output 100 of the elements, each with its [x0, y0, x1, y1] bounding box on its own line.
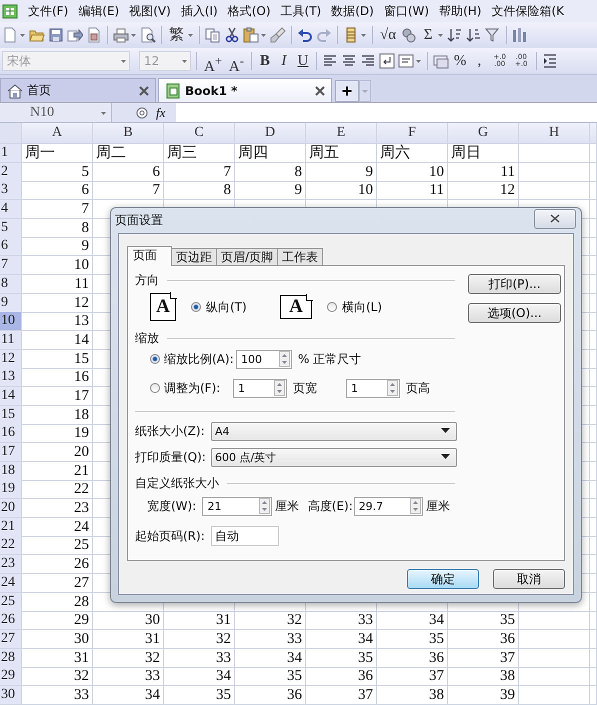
- dropdown[interactable]: A4: [211, 422, 457, 440]
- spin-arrows-icon[interactable]: [387, 380, 398, 396]
- radio-button[interactable]: [150, 383, 160, 393]
- menu-item[interactable]: 视图(V): [129, 2, 171, 20]
- radio-button[interactable]: [150, 354, 160, 364]
- tab[interactable]: 页眉/页脚: [216, 248, 278, 265]
- indent-icon[interactable]: [542, 53, 558, 69]
- row-header[interactable]: 6: [0, 237, 22, 256]
- column-header[interactable]: G: [448, 123, 519, 144]
- tab[interactable]: 工作表: [277, 248, 324, 265]
- column-header[interactable]: D: [235, 123, 306, 144]
- row-header[interactable]: 2: [0, 162, 22, 182]
- tab[interactable]: 页面: [127, 246, 172, 266]
- filter-icon[interactable]: [485, 27, 502, 43]
- row-header[interactable]: 27: [0, 630, 22, 649]
- row-header[interactable]: 16: [0, 424, 22, 444]
- row-header[interactable]: 13: [0, 368, 22, 388]
- spin-field[interactable]: 29.7: [354, 496, 424, 516]
- dialog-button[interactable]: 取消: [493, 569, 565, 589]
- close-icon[interactable]: [315, 86, 325, 96]
- toolbar-button[interactable]: Σ: [420, 25, 436, 45]
- spin-arrows-icon[interactable]: [258, 498, 270, 514]
- radio-button[interactable]: [191, 302, 201, 312]
- row-header[interactable]: 22: [0, 536, 22, 556]
- zoom-icon[interactable]: [136, 106, 148, 118]
- toolbar-button[interactable]: I: [276, 51, 292, 71]
- row-header[interactable]: 9: [0, 294, 22, 312]
- row-header[interactable]: 5: [0, 218, 22, 238]
- row-header[interactable]: 19: [0, 480, 22, 500]
- row-header[interactable]: 11: [0, 330, 22, 350]
- row-header[interactable]: 3: [0, 181, 22, 200]
- close-button[interactable]: [534, 208, 576, 228]
- print-icon[interactable]: [113, 27, 129, 43]
- row-header[interactable]: 12: [0, 350, 22, 369]
- column-header[interactable]: A: [22, 123, 93, 144]
- paste-icon[interactable]: [243, 27, 259, 43]
- dialog-button[interactable]: 选项(O)...: [468, 303, 561, 323]
- menu-item[interactable]: 数据(D): [331, 2, 374, 20]
- row-header[interactable]: 1: [0, 144, 22, 163]
- toolbar-button[interactable]: √α: [378, 25, 398, 45]
- tab[interactable]: 首页: [0, 78, 156, 102]
- menu-item[interactable]: 工具(T): [280, 2, 322, 20]
- row-header[interactable]: 18: [0, 462, 22, 481]
- spin-field[interactable]: 21: [202, 496, 272, 516]
- function-button[interactable]: fx: [156, 104, 166, 120]
- row-header[interactable]: 17: [0, 443, 22, 462]
- spin-field[interactable]: 1: [233, 378, 288, 398]
- close-icon[interactable]: [139, 86, 149, 96]
- row-header[interactable]: 4: [0, 200, 22, 220]
- new-document-icon[interactable]: [2, 27, 18, 43]
- row-header[interactable]: 21: [0, 518, 22, 537]
- column-header[interactable]: E: [306, 123, 377, 144]
- spin-arrows-icon[interactable]: [274, 380, 286, 396]
- merge-cells-icon[interactable]: [398, 53, 414, 69]
- print-preview-icon[interactable]: [140, 27, 156, 43]
- name-box[interactable]: N10: [0, 103, 112, 122]
- undo-icon[interactable]: [297, 27, 313, 43]
- menu-item[interactable]: 格式(O): [228, 2, 271, 20]
- row-header[interactable]: 25: [0, 592, 22, 612]
- toolbar-button[interactable]: A$^{+}$: [202, 51, 224, 71]
- dialog-button[interactable]: 确定: [407, 569, 479, 589]
- menu-item[interactable]: 文件(F): [28, 2, 68, 20]
- toolbar-button[interactable]: ,: [471, 51, 488, 71]
- spin-field[interactable]: 1: [346, 378, 400, 398]
- spin-field[interactable]: 100: [236, 350, 292, 368]
- spin-arrows-icon[interactable]: [410, 498, 422, 514]
- row-header[interactable]: 7: [0, 256, 22, 276]
- sort-ascending-icon[interactable]: [447, 27, 464, 43]
- tab[interactable]: 页边距: [171, 248, 217, 265]
- tab[interactable]: Book1 *: [158, 78, 332, 102]
- send-icon[interactable]: [67, 27, 83, 43]
- dialog-button[interactable]: 打印(P)...: [468, 274, 561, 294]
- toolbar-button[interactable]: 繁: [167, 25, 186, 45]
- toolbar-button[interactable]: %: [452, 51, 468, 71]
- toolbar-button[interactable]: A$^{-}$: [226, 51, 246, 71]
- menu-item[interactable]: 编辑(E): [78, 2, 120, 20]
- column-header[interactable]: F: [377, 123, 448, 144]
- row-header[interactable]: 28: [0, 648, 22, 668]
- row-header[interactable]: 15: [0, 406, 22, 425]
- menu-item[interactable]: 文件保险箱(K: [491, 2, 564, 20]
- menu-item[interactable]: 窗口(W): [384, 2, 430, 20]
- chart-icon[interactable]: [512, 27, 528, 43]
- cut-icon[interactable]: [224, 27, 240, 43]
- formula-field[interactable]: [176, 103, 597, 122]
- input-field[interactable]: 自动: [211, 526, 279, 546]
- spheres-icon[interactable]: [401, 27, 418, 43]
- wrap-text-icon[interactable]: [378, 53, 395, 69]
- row-header[interactable]: 30: [0, 686, 22, 705]
- dropdown[interactable]: 600 点/英寸: [211, 448, 457, 466]
- new-tab-button[interactable]: +: [335, 80, 359, 102]
- brush-icon[interactable]: [270, 27, 286, 43]
- row-header[interactable]: 10: [0, 312, 22, 332]
- save-icon[interactable]: [48, 27, 64, 43]
- export-document-icon[interactable]: [86, 27, 102, 43]
- row-header[interactable]: 26: [0, 611, 22, 630]
- column-header[interactable]: B: [93, 123, 164, 144]
- row-header[interactable]: 8: [0, 274, 22, 294]
- column-header[interactable]: H: [519, 123, 590, 144]
- menu-item[interactable]: 插入(I): [180, 2, 218, 20]
- number-format-icon[interactable]: [432, 53, 449, 69]
